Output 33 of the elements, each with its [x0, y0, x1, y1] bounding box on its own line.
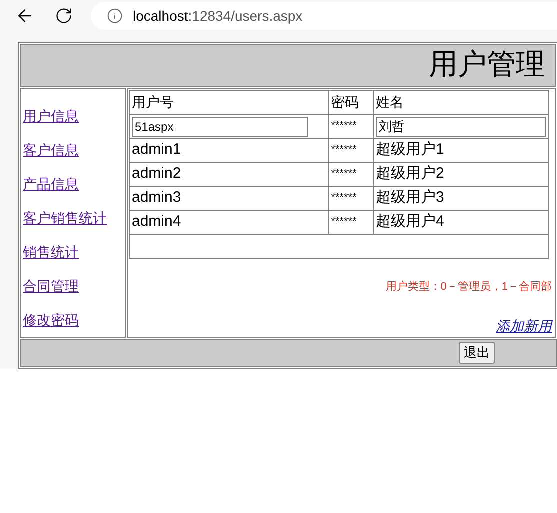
reload-icon: [55, 7, 73, 25]
user-id-cell: admin2: [130, 162, 329, 186]
user-id-input[interactable]: 51aspx: [132, 117, 308, 137]
password-cell: ******: [328, 138, 374, 162]
sidebar-link[interactable]: 合同管理: [23, 276, 79, 296]
password-cell: ******: [328, 210, 374, 234]
sidebar-link[interactable]: 客户销售统计: [23, 208, 107, 228]
password-cell: ******: [328, 186, 374, 210]
user-id-cell: admin1: [130, 138, 329, 162]
logout-button[interactable]: 退出: [459, 342, 495, 364]
sidebar-link[interactable]: 产品信息: [23, 174, 79, 194]
info-icon: [107, 8, 123, 24]
column-header: 密码: [328, 90, 374, 114]
password-cell: ******: [328, 114, 374, 138]
sidebar-link[interactable]: 销售统计: [23, 242, 79, 262]
column-header: 用户号: [130, 90, 329, 114]
name-cell: 超级用户3: [374, 186, 548, 210]
password-cell: ******: [328, 162, 374, 186]
user-type-note: 用户类型：0－管理员，1－合同部: [386, 280, 552, 295]
page-title: 用户管理: [429, 51, 545, 80]
sidebar-link[interactable]: 修改密码: [23, 310, 79, 330]
sidebar-link[interactable]: 用户信息: [23, 106, 79, 126]
user-id-cell: admin4: [130, 210, 329, 234]
column-header: 姓名: [374, 90, 548, 114]
name-cell: 超级用户2: [374, 162, 548, 186]
add-user-link[interactable]: 添加新用: [496, 316, 552, 336]
name-cell: 超级用户4: [374, 210, 548, 234]
url-text: localhost:12834/users.aspx: [133, 6, 303, 26]
name-input[interactable]: 刘哲: [376, 117, 546, 137]
name-cell: 超级用户1: [374, 138, 548, 162]
sidebar-link[interactable]: 客户信息: [23, 140, 79, 160]
address-bar[interactable]: localhost:12834/users.aspx: [91, 2, 557, 30]
user-id-cell: admin3: [130, 186, 329, 210]
